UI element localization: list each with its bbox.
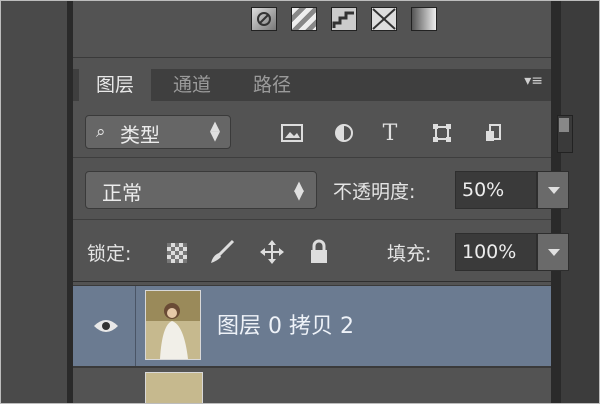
layer-row[interactable]: 图层 0 拷贝 2 (73, 285, 551, 367)
gradient-stair-icon[interactable] (331, 7, 357, 31)
filter-row: ⌕ 类型 ▲ ▼ T (73, 107, 573, 158)
lock-brush-icon[interactable] (209, 239, 235, 269)
tab-channels[interactable]: 通道 (153, 69, 231, 101)
layer-name[interactable]: 图层 0 拷贝 2 (217, 308, 354, 340)
adjustment-filter-icon[interactable] (333, 123, 355, 143)
fill-label: 填充: (387, 243, 432, 265)
lock-row: 锁定: 填充: 100% (73, 225, 569, 282)
tab-paths[interactable]: 路径 (233, 69, 311, 101)
layers-panel: 图层 通道 路径 ▾≡ ⌕ 类型 ▲▼ T 正常 ▲▼ 不透明度: 50% (73, 63, 573, 403)
shape-filter-icon[interactable] (431, 123, 453, 143)
panel-tabs: 图层 通道 路径 ▾≡ (73, 69, 551, 101)
panel-menu-icon[interactable]: ▾≡ (524, 73, 543, 89)
left-canvas-area (1, 1, 67, 403)
fill-dropdown-button[interactable] (537, 233, 569, 271)
tab-layers[interactable]: 图层 (79, 69, 151, 101)
lock-label: 锁定: (87, 243, 132, 265)
visibility-toggle[interactable] (73, 286, 136, 366)
lock-all-icon[interactable] (309, 239, 329, 269)
blend-mode-value: 正常 (102, 181, 142, 205)
gradient-linear-icon[interactable] (291, 7, 317, 31)
gradient-type-icons (251, 7, 437, 31)
lock-transparent-icon[interactable] (167, 243, 187, 263)
gradient-panel (73, 1, 551, 58)
type-filter-icon[interactable]: T (379, 121, 401, 146)
layers-list: 图层 0 拷贝 2 (73, 283, 551, 403)
blend-row: 正常 ▲ ▼ 不透明度: 50% (73, 163, 569, 220)
blend-mode-select[interactable]: 正常 ▲ ▼ (85, 171, 317, 209)
smart-object-filter-icon[interactable] (483, 123, 505, 143)
gradient-angle-icon[interactable] (251, 7, 277, 31)
gradient-reflected-icon[interactable] (411, 7, 437, 31)
opacity-label: 不透明度: (333, 181, 416, 203)
layer-thumbnail (145, 290, 201, 360)
image-filter-icon[interactable] (281, 123, 303, 143)
opacity-dropdown-button[interactable] (537, 171, 569, 209)
search-icon: ⌕ (96, 122, 106, 142)
filter-toggle-switch[interactable] (557, 115, 573, 153)
chevron-updown-icon: ▲ ▼ (210, 119, 220, 144)
lock-move-icon[interactable] (259, 239, 285, 269)
chevron-updown-icon: ▲ ▼ (294, 179, 304, 203)
layer-thumbnail (145, 372, 203, 403)
filter-type-select[interactable]: ⌕ 类型 ▲ ▼ (85, 115, 231, 149)
layer-row[interactable] (73, 367, 551, 403)
photoshop-window: 图层 通道 路径 ▾≡ ⌕ 类型 ▲▼ T 正常 ▲▼ 不透明度: 50% (0, 0, 600, 404)
gradient-diamond-icon[interactable] (371, 7, 397, 31)
fill-input[interactable]: 100% (455, 233, 537, 271)
eye-icon (94, 320, 118, 332)
filter-type-label: 类型 (120, 123, 160, 147)
opacity-input[interactable]: 50% (455, 171, 537, 209)
